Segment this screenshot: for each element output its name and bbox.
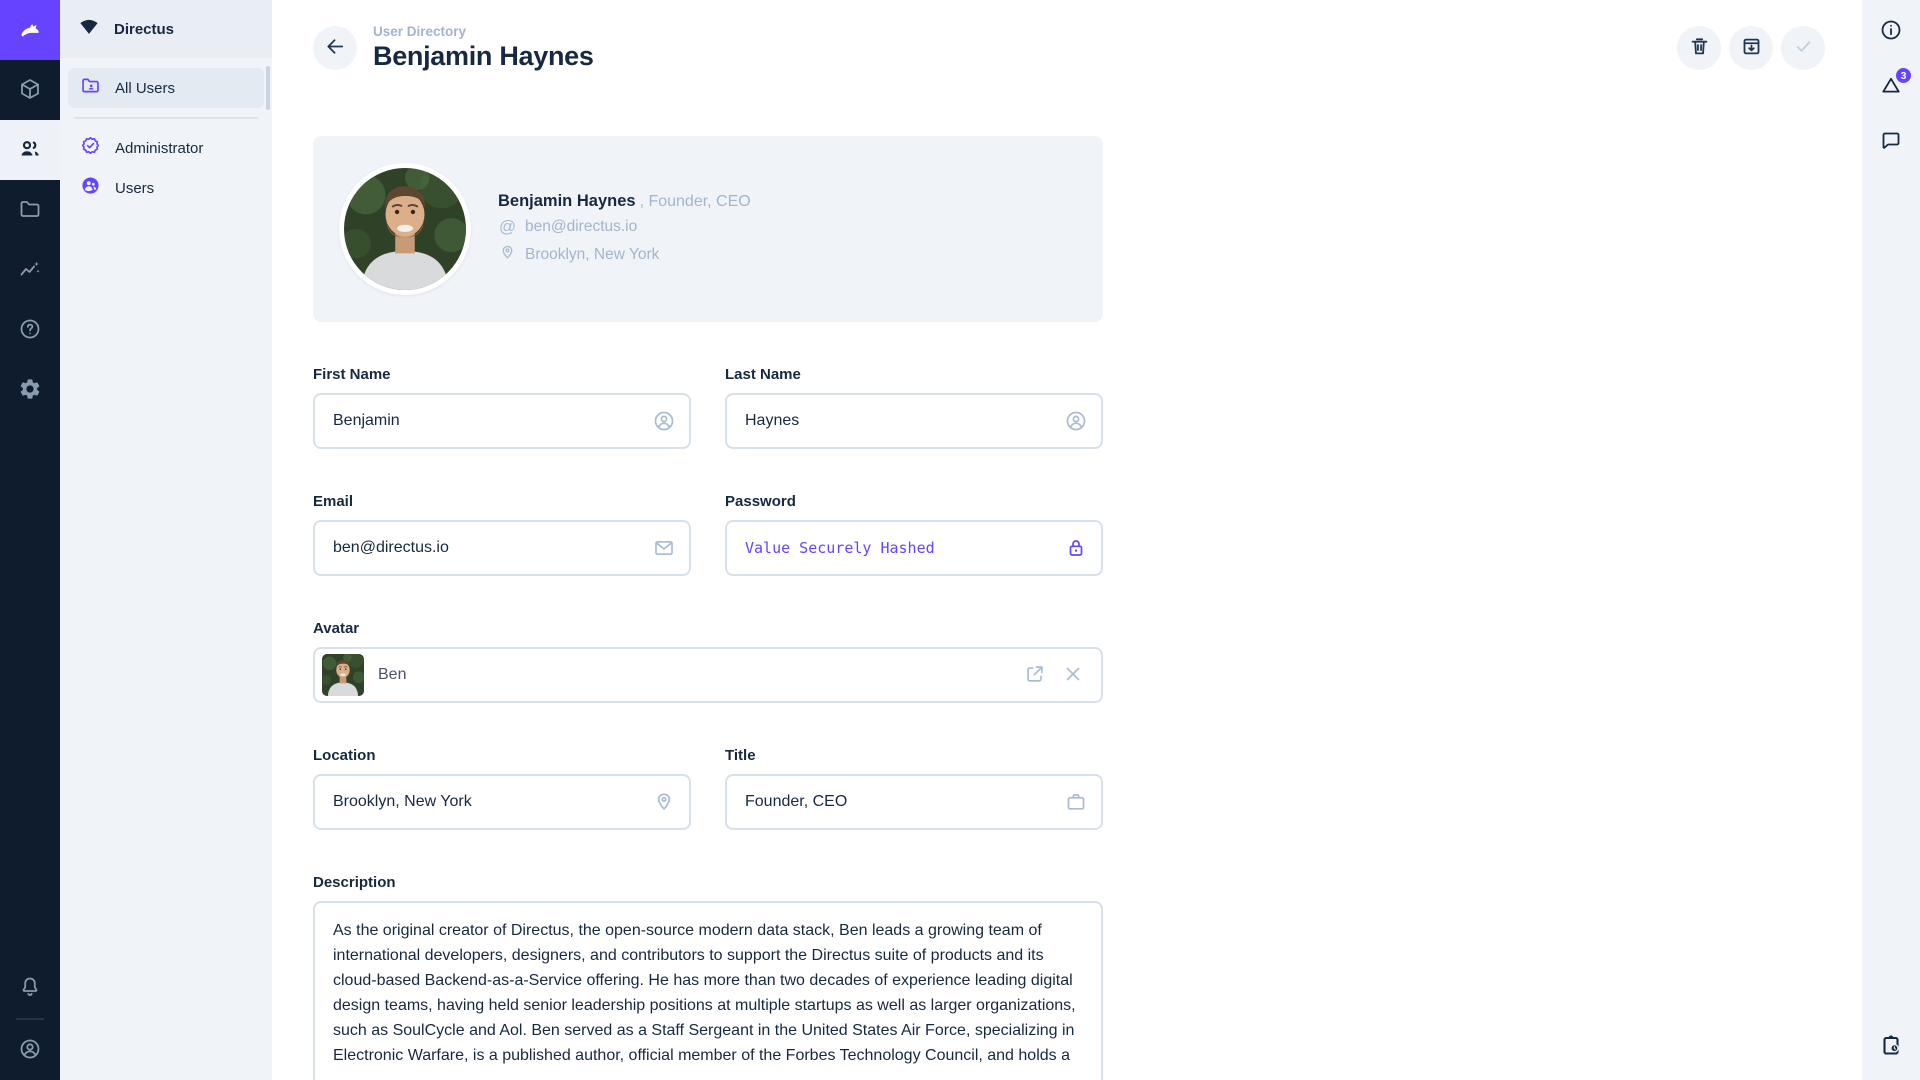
avatar-photo [344,168,466,290]
module-content[interactable] [0,60,60,120]
card-location-row: Brooklyn, New York [498,243,751,267]
main-content: User Directory Benjamin Haynes [272,0,1862,1080]
comments-panel-button[interactable] [1869,119,1913,163]
card-user-role: , Founder, CEO [640,193,751,211]
module-user-directory[interactable] [0,120,60,180]
check-icon [1792,35,1815,61]
sidebar-drawer-button[interactable] [1869,1024,1913,1068]
avatar-file-input[interactable]: Ben [313,647,1103,703]
sidebar-item-label: Administrator [115,140,203,157]
save-button[interactable] [1781,26,1825,70]
current-user-button[interactable] [0,1020,60,1080]
user-summary-card: Benjamin Haynes , Founder, CEO @ ben@dir… [313,136,1103,322]
field-label: Avatar [313,620,1103,637]
project-header[interactable]: Directus [60,0,272,58]
insights-icon [18,257,42,284]
open-file-button[interactable] [1023,663,1047,687]
sidebar-item-label: Users [115,180,154,197]
card-email-row: @ ben@directus.io [498,217,751,237]
back-button[interactable] [313,26,357,70]
email-input[interactable] [313,520,691,576]
module-settings[interactable] [0,360,60,420]
clear-file-button[interactable] [1061,663,1085,687]
project-wedge-icon [78,16,100,43]
info-panel-button[interactable] [1869,9,1913,53]
app-window: Directus All Users Administrator User [0,0,1920,1080]
at-sign-icon: @ [498,217,517,237]
people-icon [18,137,42,164]
field-label: Title [725,747,1103,764]
field-first-name: First Name [313,366,691,449]
first-name-input[interactable] [313,393,691,449]
field-title: Title [725,747,1103,830]
nav-sidebar: Directus All Users Administrator User [60,0,272,1080]
field-label: Password [725,493,1103,510]
module-file-library[interactable] [0,180,60,240]
card-email: ben@directus.io [525,218,637,236]
supervised-user-icon [80,175,101,201]
card-location: Brooklyn, New York [525,246,659,264]
sidebar-item-administrator[interactable]: Administrator [68,128,264,168]
archive-icon [1740,35,1763,61]
sidebar-divider [74,117,258,119]
launch-icon [1024,673,1046,688]
header-actions [1677,26,1825,70]
delete-button[interactable] [1677,26,1721,70]
field-last-name: Last Name [725,366,1103,449]
field-email: Email [313,493,691,576]
field-label: First Name [313,366,691,383]
title-input[interactable] [725,774,1103,830]
arrow-left-icon [324,35,347,61]
clipboard-icon [1879,1033,1903,1060]
sidebar-scrollbar[interactable] [266,66,270,110]
trash-icon [1688,35,1711,61]
box-icon [18,77,42,104]
page-title: Benjamin Haynes [373,41,594,72]
field-label: Email [313,493,691,510]
module-insights[interactable] [0,240,60,300]
folder-icon [18,197,42,224]
sidebar-item-all-users[interactable]: All Users [68,68,264,108]
right-sidebar: 3 [1862,0,1920,1080]
folder-user-icon [80,75,101,101]
field-description: Description As the original creator of D… [313,874,1103,1080]
sidebar-item-users[interactable]: Users [68,168,264,208]
item-form: First Name Last Name [313,366,1103,1080]
rabbit-logo-icon [18,17,42,44]
gear-icon [18,377,42,404]
comment-icon [1879,128,1903,155]
description-textarea[interactable]: As the original creator of Directus, the… [313,901,1103,1080]
module-help[interactable] [0,300,60,360]
avatar-thumbnail [322,654,364,696]
bell-icon [18,975,42,1002]
password-input[interactable] [725,520,1103,576]
sidebar-item-label: All Users [115,80,175,97]
help-icon [18,317,42,344]
field-label: Location [313,747,691,764]
card-user-name: Benjamin Haynes [498,192,636,211]
avatar[interactable] [339,163,471,295]
revisions-count-badge: 3 [1894,66,1913,85]
field-label: Last Name [725,366,1103,383]
pin-icon [498,243,517,267]
last-name-input[interactable] [725,393,1103,449]
location-input[interactable] [313,774,691,830]
verified-badge-icon [80,135,101,161]
breadcrumb[interactable]: User Directory [373,24,594,39]
archive-button[interactable] [1729,26,1773,70]
page-header: User Directory Benjamin Haynes [313,0,1862,72]
directus-logo-button[interactable] [0,0,60,60]
project-name: Directus [114,21,174,38]
notifications-button[interactable] [0,958,60,1018]
info-icon [1879,18,1903,45]
field-label: Description [313,874,1103,891]
field-location: Location [313,747,691,830]
field-password: Password [725,493,1103,576]
account-circle-icon [18,1037,42,1064]
module-bar [0,0,60,1080]
revisions-panel-button[interactable]: 3 [1869,64,1913,108]
close-icon [1062,673,1084,688]
avatar-file-name: Ben [378,666,1009,684]
field-avatar: Avatar Ben [313,620,1103,703]
